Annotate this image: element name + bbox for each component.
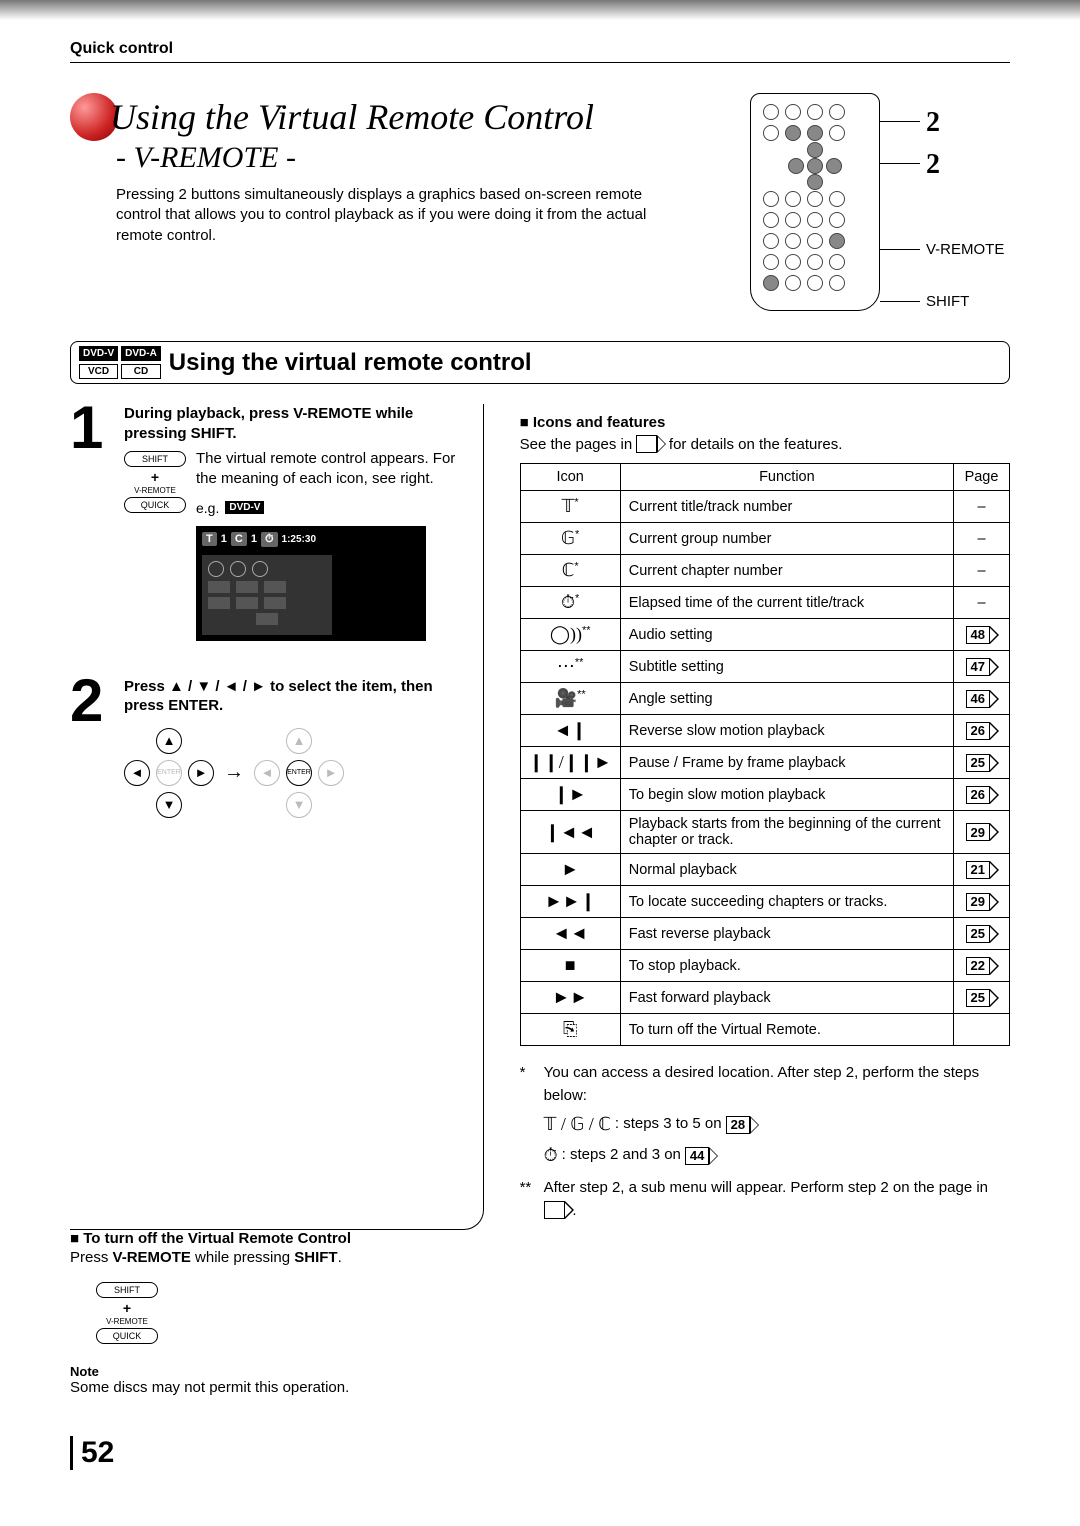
badge-dvdv: DVD-V: [79, 346, 118, 361]
table-row: 𝔾*Current group number–: [520, 523, 1009, 555]
callout-number-2: 2: [926, 149, 940, 181]
note-label: Note: [70, 1364, 484, 1379]
section-title: Using the virtual remote control: [169, 349, 532, 377]
table-row: ◯))**Audio setting48: [520, 619, 1009, 651]
osd-preview: T 1 C 1 ⏱ 1:25:30: [196, 526, 426, 641]
page-number: 52: [70, 1436, 1010, 1470]
dpad-figure: ▲ ▼ ◄ ► ENTER → ▲ ▼ ◄ ► ENTER: [124, 728, 459, 818]
table-row: ❙◄◄Playback starts from the beginning of…: [520, 811, 1009, 854]
table-row: ►►❙To locate succeeding chapters or trac…: [520, 886, 1009, 918]
badge-cd: CD: [121, 364, 161, 379]
footnote-1-marker: *: [520, 1062, 538, 1169]
step-1-desc: The virtual remote control appears. For …: [196, 449, 459, 490]
table-row: ►►Fast forward playback25: [520, 982, 1009, 1014]
badge-dvda: DVD-A: [121, 346, 161, 361]
table-row: ◄◄Fast reverse playback25: [520, 918, 1009, 950]
turnoff-head: To turn off the Virtual Remote Control: [70, 1230, 484, 1247]
step-1-number: 1: [70, 404, 114, 657]
table-row: ❙❙/❙❙►Pause / Frame by frame playback25: [520, 747, 1009, 779]
icons-features-head: Icons and features: [520, 414, 1010, 431]
page-subtitle: - V-REMOTE -: [116, 141, 730, 175]
step-1-side-buttons: SHIFT + V-REMOTE QUICK: [124, 449, 186, 657]
table-row: ⋯**Subtitle setting47: [520, 651, 1009, 683]
table-row: ■To stop playback.22: [520, 950, 1009, 982]
section-header: DVD-V DVD-A VCD CD Using the virtual rem…: [70, 341, 1010, 384]
table-row: ◄❙Reverse slow motion playback26: [520, 715, 1009, 747]
turnoff-side-buttons: SHIFT + V-REMOTE QUICK: [96, 1282, 158, 1344]
note-text: Some discs may not permit this operation…: [70, 1379, 484, 1396]
table-row: 𝕋*Current title/track number–: [520, 491, 1009, 523]
features-table: Icon Function Page 𝕋*Current title/track…: [520, 463, 1010, 1046]
table-row: 🎥**Angle setting46: [520, 683, 1009, 715]
turnoff-text: Press V-REMOTE while pressing SHIFT.: [70, 1247, 484, 1268]
step-2-title: Press ▲ / ▼ / ◄ / ► to select the item, …: [124, 677, 459, 716]
table-row: ℂ*Current chapter number–: [520, 555, 1009, 587]
table-row: ⎘To turn off the Virtual Remote.: [520, 1014, 1009, 1046]
footnote-2-text: After step 2, a sub menu will appear. Pe…: [544, 1177, 1010, 1222]
table-row: ❙►To begin slow motion playback26: [520, 779, 1009, 811]
table-row: ⏱*Elapsed time of the current title/trac…: [520, 587, 1009, 619]
footnote-2-marker: **: [520, 1177, 538, 1222]
remote-diagram: 2 2 V-REMOTE SHIFT: [750, 93, 1010, 311]
breadcrumb: Quick control: [70, 40, 1010, 63]
table-row: ►Normal playback21: [520, 854, 1009, 886]
callout-vremote: V-REMOTE: [926, 241, 1004, 258]
intro-text: Pressing 2 buttons simultaneously displa…: [116, 185, 656, 246]
eg-badge: DVD-V: [225, 501, 264, 514]
footnote-1-text: You can access a desired location. After…: [544, 1062, 1010, 1107]
step-2-number: 2: [70, 677, 114, 830]
see-pages-text: See the pages in for details on the feat…: [520, 435, 1010, 453]
step-1-title: During playback, press V-REMOTE while pr…: [124, 404, 459, 443]
callout-shift: SHIFT: [926, 293, 969, 310]
badge-vcd: VCD: [79, 364, 118, 379]
callout-number-1: 2: [926, 107, 940, 139]
eg-label: e.g.: [196, 500, 219, 516]
page-title: Using the Virtual Remote Control: [110, 96, 594, 138]
